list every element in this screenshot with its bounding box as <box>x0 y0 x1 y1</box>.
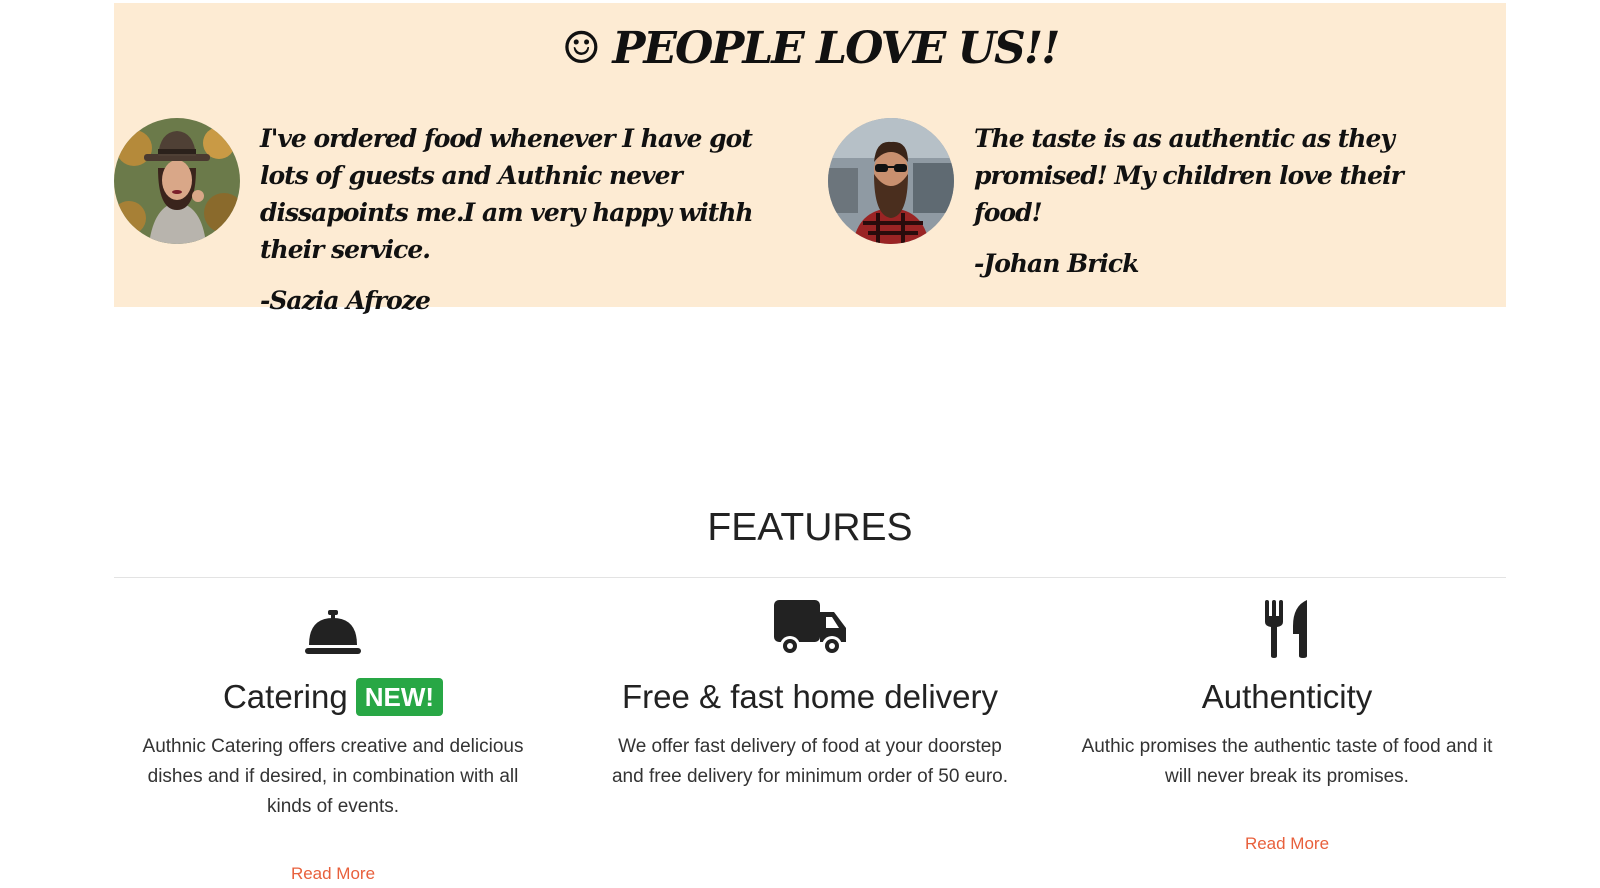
feature-title-row: Authenticity <box>1077 676 1497 718</box>
testimonial-quote: The taste is as authentic as they promis… <box>974 124 1404 227</box>
read-more-link[interactable]: Read More <box>123 864 543 884</box>
feature-delivery: Free & fast home delivery We offer fast … <box>600 596 1020 792</box>
new-badge: NEW! <box>355 678 444 716</box>
read-more-link[interactable]: Read More <box>1077 834 1497 854</box>
feature-authenticity: Authenticity Authic promises the authent… <box>1077 596 1497 853</box>
utensils-icon <box>1077 596 1497 658</box>
feature-title-row: Free & fast home delivery <box>600 676 1020 718</box>
testimonial-author: -Johan Brick <box>974 249 1139 278</box>
feature-description: Authic promises the authentic taste of f… <box>1081 736 1493 787</box>
bearded-man-avatar <box>828 118 954 244</box>
feature-catering: Catering NEW! Authnic Catering offers cr… <box>123 596 543 883</box>
testimonials-title: ☺ PEOPLE LOVE US!! <box>561 23 1061 74</box>
feature-title: Catering <box>222 678 348 715</box>
concierge-bell-icon <box>123 596 543 658</box>
feature-title-row: Catering NEW! <box>123 676 543 718</box>
feature-description: Authnic Catering offers creative and del… <box>142 736 524 817</box>
feature-description: We offer fast delivery of food at your d… <box>611 736 1008 787</box>
testimonial-author: -Sazia Afroze <box>260 286 431 315</box>
testimonial-quote: I've ordered food whenever I have got lo… <box>260 124 754 264</box>
features-title: FEATURES <box>707 506 913 549</box>
feature-title: Authenticity <box>1201 678 1373 715</box>
woman-in-hat-avatar <box>114 118 240 244</box>
truck-icon <box>600 596 1020 658</box>
features-divider <box>114 577 1506 578</box>
feature-title: Free & fast home delivery <box>622 678 998 715</box>
testimonial-content: I've ordered food whenever I have got lo… <box>260 120 794 315</box>
testimonials-section: ☺ PEOPLE LOVE US!! I've ordered food whe… <box>114 3 1506 315</box>
testimonial-content: The taste is as authentic as they promis… <box>974 120 1478 278</box>
